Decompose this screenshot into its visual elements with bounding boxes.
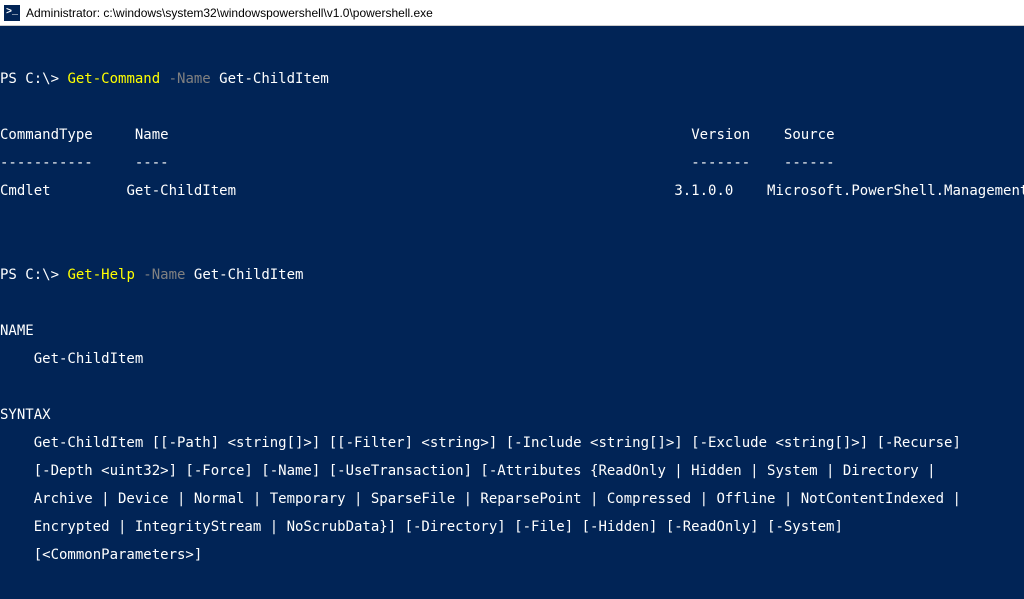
command-line-1: PS C:\> Get-Command -Name Get-ChildItem bbox=[0, 72, 1024, 86]
parameter-name: -Name bbox=[135, 267, 194, 283]
powershell-icon-glyph: >_ bbox=[6, 7, 18, 18]
prompt: PS C:\> bbox=[0, 71, 67, 87]
cell-name: Get-ChildItem bbox=[126, 183, 236, 199]
parameter-value: Get-ChildItem bbox=[194, 267, 304, 283]
table-row: Cmdlet Get-ChildItem 3.1.0.0 Microsoft.P… bbox=[0, 184, 1024, 198]
col-source: Source bbox=[784, 127, 835, 143]
help-syntax-line: Get-ChildItem [[-Path] <string[]>] [[-Fi… bbox=[0, 436, 1024, 450]
powershell-window: >_ Administrator: c:\windows\system32\wi… bbox=[0, 0, 1024, 599]
titlebar[interactable]: >_ Administrator: c:\windows\system32\wi… bbox=[0, 0, 1024, 26]
help-syntax-header: SYNTAX bbox=[0, 408, 1024, 422]
table-underline: ----------- ---- ------- ------ bbox=[0, 156, 1024, 170]
cmdlet-name: Get-Command bbox=[67, 71, 160, 87]
parameter-name: -Name bbox=[160, 71, 219, 87]
cell-commandtype: Cmdlet bbox=[0, 183, 51, 199]
table-header: CommandType Name Version Source bbox=[0, 128, 1024, 142]
help-syntax-line: Encrypted | IntegrityStream | NoScrubDat… bbox=[0, 520, 1024, 534]
command-line-2: PS C:\> Get-Help -Name Get-ChildItem bbox=[0, 268, 1024, 282]
window-title: Administrator: c:\windows\system32\windo… bbox=[26, 6, 433, 20]
cell-version: 3.1.0.0 bbox=[674, 183, 733, 199]
help-name-value: Get-ChildItem bbox=[0, 352, 1024, 366]
help-syntax-line: Archive | Device | Normal | Temporary | … bbox=[0, 492, 1024, 506]
console-area[interactable]: PS C:\> Get-Command -Name Get-ChildItem … bbox=[0, 26, 1024, 599]
prompt: PS C:\> bbox=[0, 267, 67, 283]
cell-source: Microsoft.PowerShell.Management bbox=[767, 183, 1024, 199]
help-name-header: NAME bbox=[0, 324, 1024, 338]
help-syntax-line: [-Depth <uint32>] [-Force] [-Name] [-Use… bbox=[0, 464, 1024, 478]
cmdlet-name: Get-Help bbox=[67, 267, 134, 283]
col-version: Version bbox=[691, 127, 750, 143]
powershell-icon: >_ bbox=[4, 5, 20, 21]
parameter-value: Get-ChildItem bbox=[219, 71, 329, 87]
help-syntax-line: [<CommonParameters>] bbox=[0, 548, 1024, 562]
col-name: Name bbox=[135, 127, 169, 143]
col-commandtype: CommandType bbox=[0, 127, 93, 143]
